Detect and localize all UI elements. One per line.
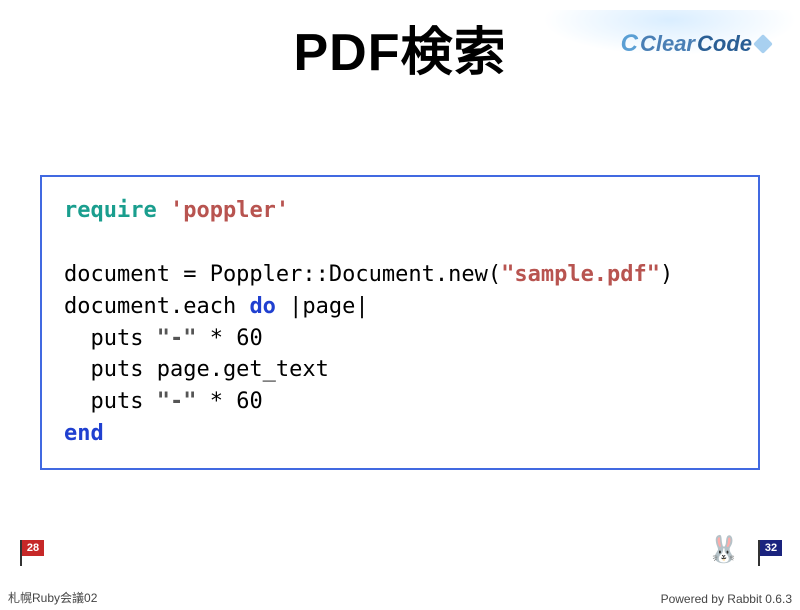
powered-by: Powered by Rabbit 0.6.3 <box>661 592 792 606</box>
code-text: puts <box>64 389 157 414</box>
string-sample-pdf: "sample.pdf" <box>501 262 660 287</box>
event-name: 札幌Ruby会議02 <box>8 589 97 606</box>
flag-current-number: 28 <box>22 540 44 556</box>
page-flag-current: 28 <box>18 540 44 566</box>
logo-clear-text: Clear <box>640 31 695 57</box>
logo-accent-icon <box>753 34 773 54</box>
string-poppler: 'poppler' <box>170 198 289 223</box>
code-text: puts <box>64 326 157 351</box>
logo-c-icon: C <box>621 30 638 58</box>
string-dash: "-" <box>157 326 197 351</box>
code-text: document = Poppler::Document.new( <box>64 262 501 287</box>
code-text: |page| <box>276 294 369 319</box>
keyword-do: do <box>249 294 276 319</box>
code-text: ) <box>660 262 673 287</box>
clearcode-logo: C Clear Code <box>621 30 770 58</box>
code-text: * 60 <box>196 326 262 351</box>
page-flag-total: 32 <box>756 540 782 566</box>
keyword-require: require <box>64 198 157 223</box>
code-text: document.each <box>64 294 249 319</box>
code-block: require 'poppler' document = Poppler::Do… <box>40 175 760 470</box>
keyword-end: end <box>64 421 104 446</box>
code-text: * 60 <box>196 389 262 414</box>
logo-code-text: Code <box>697 31 752 57</box>
code-text: puts page.get_text <box>64 357 329 382</box>
string-dash: "-" <box>157 389 197 414</box>
flag-total-number: 32 <box>760 540 782 556</box>
rabbit-icon: 🐰 <box>708 534 740 565</box>
